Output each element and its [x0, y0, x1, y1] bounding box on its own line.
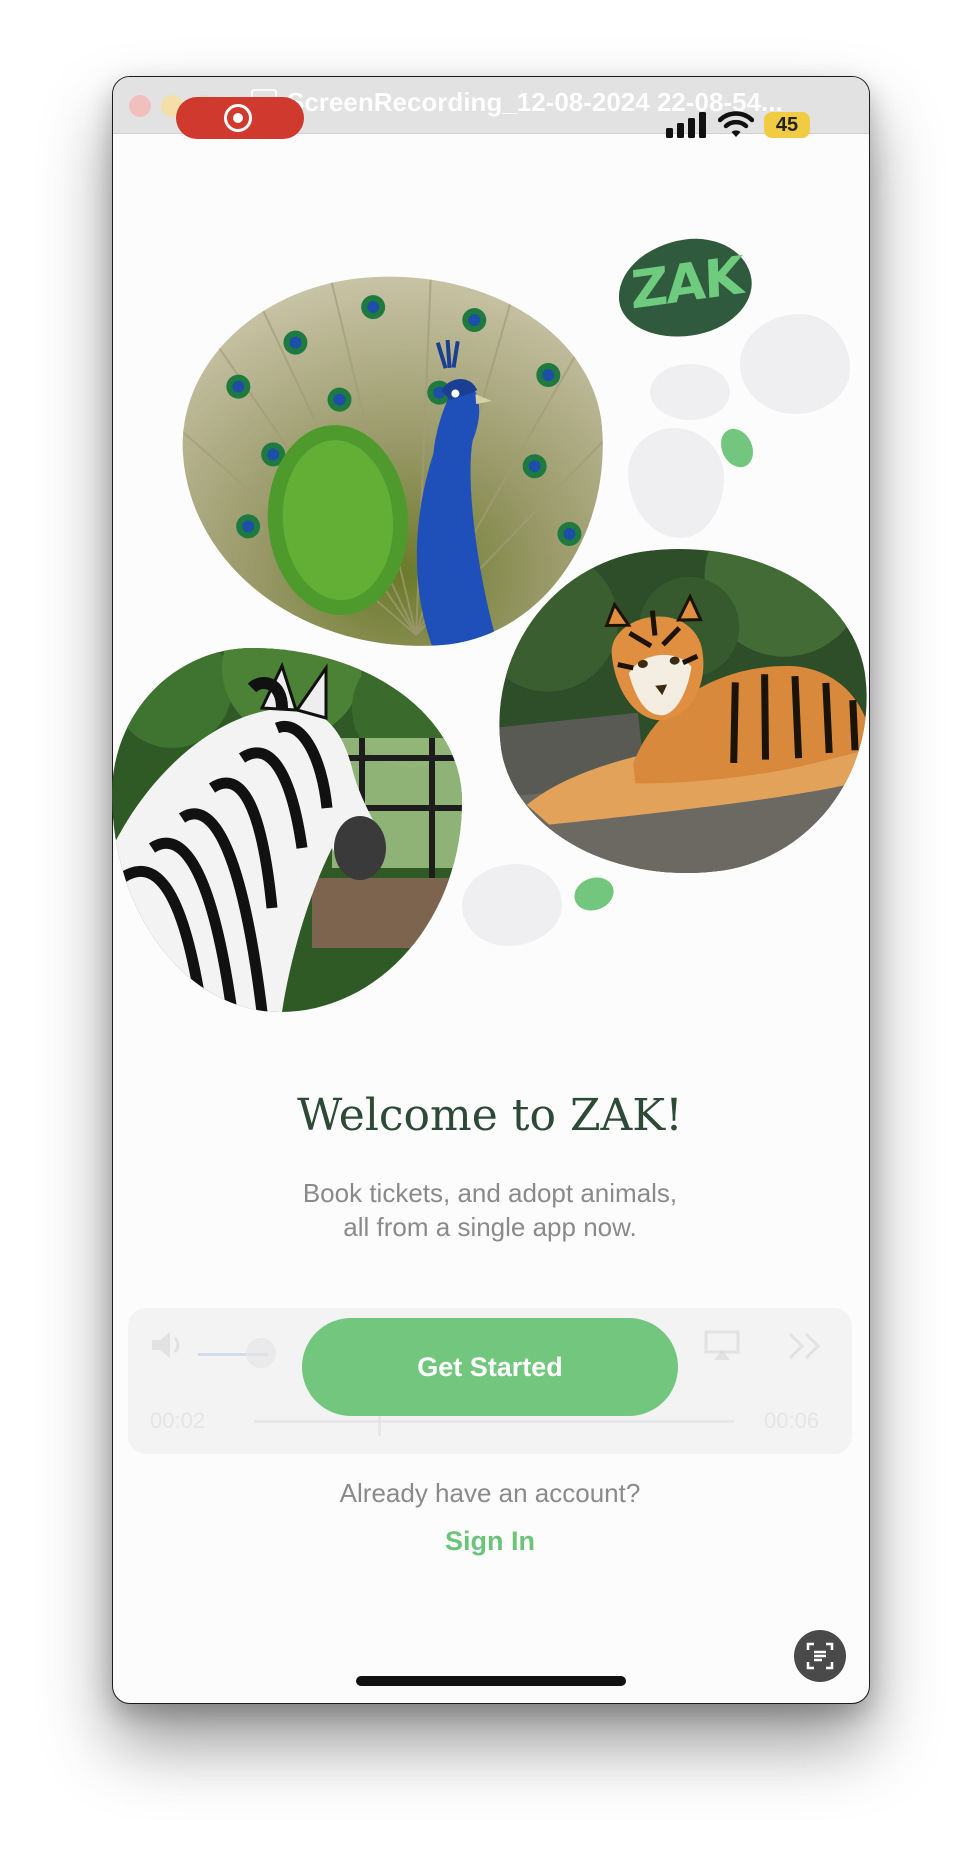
airplay-icon[interactable] — [704, 1330, 740, 1362]
battery-icon: 45 — [764, 112, 810, 138]
volume-icon[interactable] — [150, 1330, 186, 1360]
skip-forward-icon[interactable] — [788, 1332, 824, 1360]
home-indicator[interactable] — [356, 1676, 626, 1686]
status-bar: 45 — [666, 111, 826, 142]
close-window-button[interactable] — [129, 95, 151, 117]
decorative-blob — [650, 364, 730, 420]
elapsed-time: 00:02 — [150, 1408, 206, 1433]
subtitle-line: Book tickets, and adopt animals, — [302, 1178, 678, 1208]
decorative-blob — [740, 314, 850, 414]
welcome-subtitle: Book tickets, and adopt animals, all fro… — [112, 1176, 868, 1244]
already-account-text: Already have an account? — [339, 1478, 641, 1508]
record-icon — [224, 104, 252, 132]
cellular-signal-icon — [666, 112, 706, 138]
wifi-icon — [718, 111, 754, 137]
sign-in-link[interactable]: Sign In — [112, 1526, 868, 1557]
subtitle-line: all from a single app now. — [343, 1212, 637, 1242]
screen-recording-indicator[interactable] — [176, 97, 304, 139]
remaining-time: 00:06 — [764, 1408, 820, 1433]
live-text-scan-button[interactable] — [794, 1630, 846, 1682]
welcome-title: Welcome to ZAK! — [297, 1090, 683, 1141]
scrubber-track[interactable] — [254, 1420, 734, 1423]
volume-knob[interactable] — [246, 1338, 276, 1368]
get-started-button[interactable]: Get Started — [302, 1318, 678, 1416]
live-text-scan-icon — [806, 1642, 834, 1670]
